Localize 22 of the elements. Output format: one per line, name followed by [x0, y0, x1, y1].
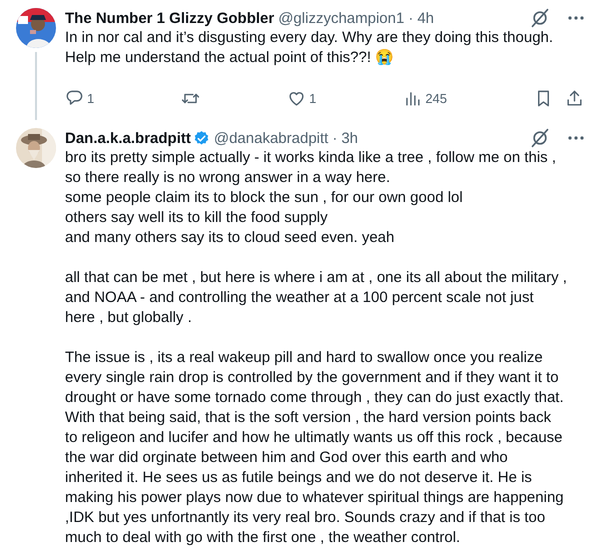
user-handle[interactable]: @danakabradpitt [214, 130, 328, 146]
timestamp[interactable]: 3h [341, 130, 358, 146]
tweet-text: all that can be met , but here is where i am at , one its all about the military , and NOAA - and controlling the weather at a 100 percent scale not just here , but globally . [65, 268, 568, 328]
slashed-circle-icon[interactable] [530, 128, 550, 148]
reply-button[interactable]: 1 [65, 88, 94, 108]
more-icon[interactable] [568, 136, 584, 140]
timestamp[interactable]: 4h [417, 10, 434, 26]
display-name[interactable]: The Number 1 Glizzy Gobbler [65, 10, 274, 26]
share-icon [564, 88, 584, 108]
tweet-text: The issue is , its a real wakeup pill and hard to swallow once you realize every single rain drop is controlled by the government and if they want it to drought or have some tornado come through , they can do just exactly that. With that being said, that is the soft version , the hard version points back to religeon and lucifer and how he ultimatly wants us off this rock , because the war did orginate between him and God over this earth and who inherited it. He sees us as futile beings and we do not deserve it. He is making his power plays now due to whatever spiritual things are happening ,IDK but yes unfortnantly its very real bro. Sounds crazy and if that is too much to deal with go with the first one , the weather control. [65, 348, 565, 548]
tweet-text: In in nor cal and it’s disgusting every day. Why are they doing this though. Help me understand the actual point of this??! 😭 [65, 28, 554, 68]
slashed-circle-icon[interactable] [530, 8, 550, 28]
views-button[interactable]: 245 [403, 88, 448, 108]
separator-dot: · [332, 130, 338, 146]
tweet-text: bro its pretty simple actually - it works kinda like a tree , follow me on this , so there really is no wrong answer in a way here. some people claim its to block the sun , for our own good lol others say well its to kill the food supply and many others say its to cloud seed even. yeah [65, 148, 558, 248]
display-name[interactable]: Dan.a.k.a.bradpitt [65, 130, 191, 146]
speech-bubble-icon [65, 88, 84, 108]
share-button[interactable] [564, 88, 584, 108]
separator-dot: · [408, 10, 414, 26]
more-icon[interactable] [568, 16, 584, 20]
user-handle[interactable]: @glizzychampion1 [278, 10, 404, 26]
like-button[interactable]: 1 [287, 88, 316, 108]
